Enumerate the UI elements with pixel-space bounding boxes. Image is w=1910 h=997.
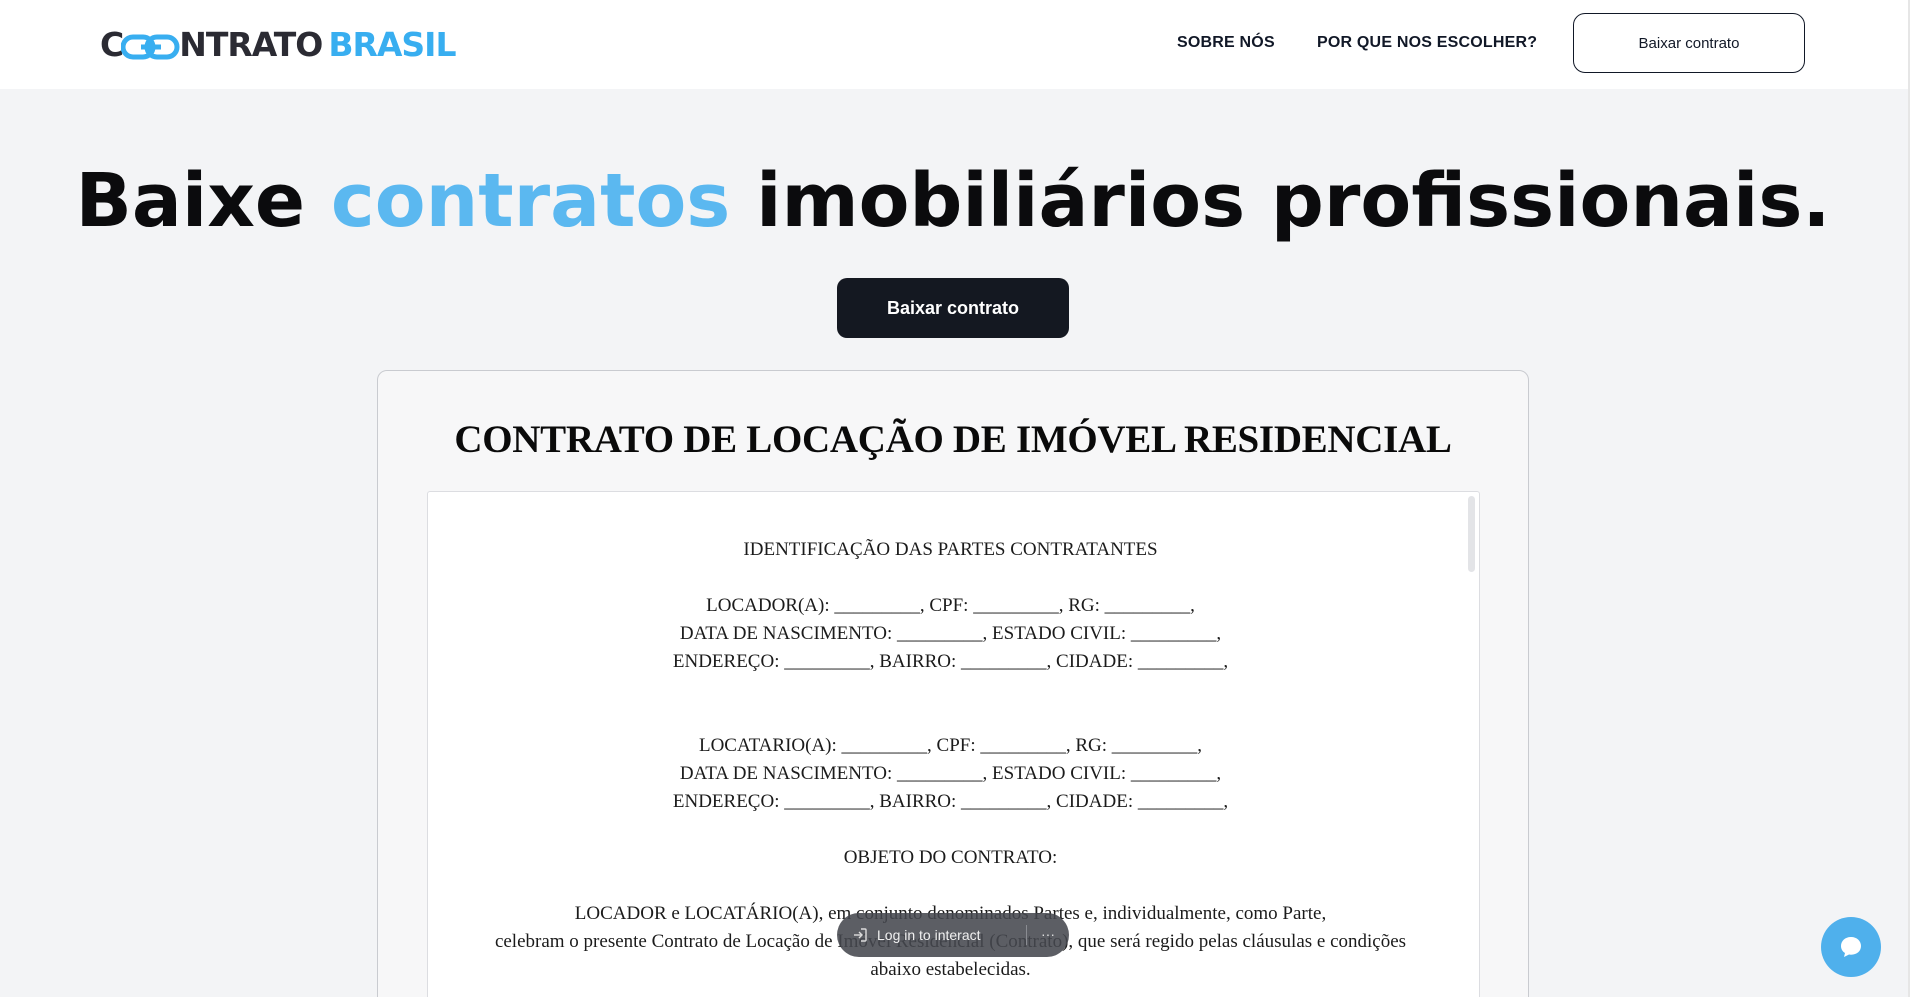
- chat-bubble-icon: [1841, 937, 1861, 957]
- logo-text-c: C: [100, 24, 124, 64]
- login-arrow-icon: [851, 926, 869, 944]
- locatario-line-1: LOCATARIO(A): _________, CPF: _________,…: [698, 735, 1203, 756]
- logo[interactable]: C NTRATO BRASIL: [100, 24, 457, 64]
- login-to-interact-button[interactable]: Log in to interact ···: [837, 913, 1069, 957]
- logo-text-ntrato: NTRATO: [179, 24, 323, 64]
- section-heading: OBJETO DO CONTRATO:: [843, 847, 1058, 868]
- more-dots-icon[interactable]: ···: [1037, 923, 1059, 947]
- hero-title: Baixe contratos imobiliários profissiona…: [0, 158, 1906, 244]
- locatario-line-2: DATA DE NASCIMENTO: _________, ESTADO CI…: [679, 763, 1222, 784]
- contract-title: CONTRATO DE LOCAÇÃO DE IMÓVEL RESIDENCIA…: [454, 418, 1452, 461]
- nav-link-why-choose-us[interactable]: POR QUE NOS ESCOLHER?: [1317, 0, 1537, 86]
- header-download-button[interactable]: Baixar contrato: [1573, 13, 1805, 73]
- hero-title-accent: contratos: [330, 158, 731, 244]
- site-header: C NTRATO BRASIL SOBRE NÓS POR QUE NOS ES…: [0, 0, 1910, 89]
- chat-button[interactable]: [1821, 917, 1881, 977]
- divider: [1026, 925, 1027, 945]
- section-heading: IDENTIFICAÇÃO DAS PARTES CONTRATANTES: [743, 539, 1158, 560]
- hero-download-button[interactable]: Baixar contrato: [837, 278, 1069, 338]
- nav-link-about[interactable]: SOBRE NÓS: [1177, 0, 1275, 86]
- locador-line-1: LOCADOR(A): _________, CPF: _________, R…: [706, 595, 1195, 616]
- paragraph-line: abaixo estabelecidas.: [870, 959, 1031, 980]
- locador-line-2: DATA DE NASCIMENTO: _________, ESTADO CI…: [679, 623, 1222, 644]
- chain-link-icon: [120, 30, 181, 60]
- hero-title-start: Baixe: [75, 158, 331, 244]
- login-label: Log in to interact: [877, 927, 981, 943]
- locatario-line-3: ENDEREÇO: _________, BAIRRO: _________, …: [672, 791, 1229, 812]
- contract-preview-card: CONTRATO DE LOCAÇÃO DE IMÓVEL RESIDENCIA…: [377, 370, 1529, 997]
- locador-line-3: ENDEREÇO: _________, BAIRRO: _________, …: [672, 651, 1229, 672]
- hero-title-end: imobiliários profissionais.: [730, 158, 1831, 244]
- logo-text-brasil: BRASIL: [328, 24, 456, 64]
